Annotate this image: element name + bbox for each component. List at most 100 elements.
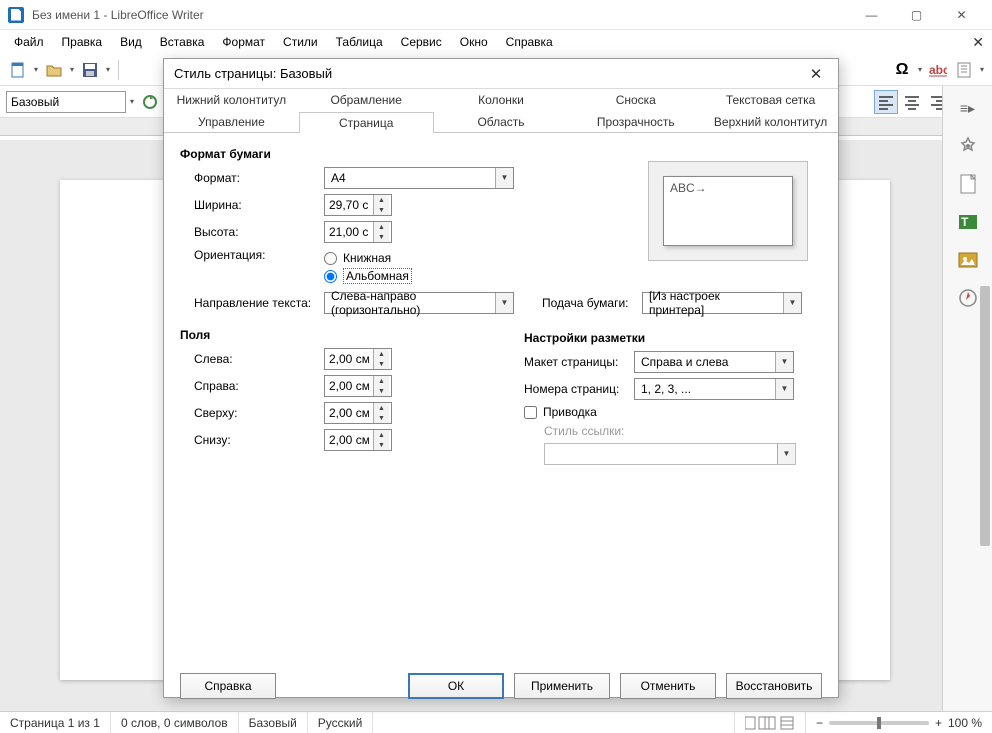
special-char-dropdown[interactable]: ▾ [916, 58, 924, 82]
align-left-button[interactable] [874, 90, 898, 114]
margin-right-spinbox[interactable]: ▲▼ [324, 375, 392, 397]
paragraph-style-combo[interactable] [6, 91, 126, 113]
pagenum-combo[interactable]: 1, 2, 3, ...▼ [634, 378, 794, 400]
properties-icon[interactable] [952, 130, 984, 162]
styles-panel-icon[interactable]: T [952, 206, 984, 238]
menu-table[interactable]: Таблица [328, 32, 391, 52]
chevron-down-icon[interactable]: ▼ [495, 168, 513, 188]
open-button[interactable] [42, 58, 66, 82]
hyperlink-button[interactable]: abc [926, 58, 950, 82]
register-true-checkbox[interactable] [524, 406, 537, 419]
paragraph-style-dropdown[interactable]: ▾ [128, 90, 136, 114]
tab-textgrid[interactable]: Текстовая сетка [703, 89, 838, 111]
window-maximize-button[interactable]: ▢ [894, 1, 939, 29]
tab-footnote[interactable]: Сноска [568, 89, 703, 111]
spin-up-icon[interactable]: ▲ [374, 376, 389, 386]
format-combo[interactable]: A4 ▼ [324, 167, 514, 189]
cancel-button[interactable]: Отменить [620, 673, 716, 699]
zoom-value[interactable]: 100 % [948, 716, 982, 730]
chevron-down-icon[interactable]: ▼ [775, 379, 793, 399]
height-spinbox[interactable]: ▲▼ [324, 221, 392, 243]
layout-settings-column: Настройки разметки Макет страницы: Справ… [524, 325, 814, 470]
papertray-combo[interactable]: [Из настроек принтера] ▼ [642, 292, 802, 314]
menu-format[interactable]: Формат [214, 32, 273, 52]
update-style-button[interactable] [138, 90, 162, 114]
spin-down-icon[interactable]: ▼ [374, 386, 389, 396]
spin-up-icon[interactable]: ▲ [374, 430, 389, 440]
tab-organizer[interactable]: Управление [164, 111, 299, 132]
margin-left-input[interactable] [325, 349, 373, 369]
close-document-button[interactable]: ✕ [972, 34, 984, 51]
save-button[interactable] [78, 58, 102, 82]
margin-left-spinbox[interactable]: ▲▼ [324, 348, 392, 370]
format-page-button[interactable] [952, 58, 976, 82]
sidebar-menu-chevron-icon[interactable]: ≡▸ [952, 92, 984, 124]
spin-up-icon[interactable]: ▲ [374, 349, 389, 359]
menu-help[interactable]: Справка [498, 32, 561, 52]
dialog-close-button[interactable]: ✕ [804, 62, 828, 86]
menu-styles[interactable]: Стили [275, 32, 326, 52]
zoom-in-button[interactable]: + [935, 716, 942, 730]
tab-footer[interactable]: Нижний колонтитул [164, 89, 299, 111]
spin-up-icon[interactable]: ▲ [374, 222, 389, 232]
zoom-out-button[interactable]: − [816, 716, 823, 730]
apply-button[interactable]: Применить [514, 673, 610, 699]
menu-file[interactable]: Файл [6, 32, 52, 52]
margin-top-input[interactable] [325, 403, 373, 423]
page-panel-icon[interactable] [952, 168, 984, 200]
align-center-button[interactable] [900, 90, 924, 114]
spin-down-icon[interactable]: ▼ [374, 440, 389, 450]
width-spinbox[interactable]: ▲▼ [324, 194, 392, 216]
tab-page[interactable]: Страница [299, 112, 434, 133]
spin-down-icon[interactable]: ▼ [374, 205, 389, 215]
menu-tools[interactable]: Сервис [393, 32, 450, 52]
save-dropdown[interactable]: ▾ [104, 58, 112, 82]
margin-bottom-input[interactable] [325, 430, 373, 450]
menu-view[interactable]: Вид [112, 32, 150, 52]
menu-insert[interactable]: Вставка [152, 32, 213, 52]
spin-down-icon[interactable]: ▼ [374, 359, 389, 369]
menu-edit[interactable]: Правка [54, 32, 111, 52]
gallery-panel-icon[interactable] [952, 244, 984, 276]
status-style[interactable]: Базовый [239, 712, 308, 733]
height-input[interactable] [325, 222, 373, 242]
margin-right-input[interactable] [325, 376, 373, 396]
zoom-slider[interactable] [829, 721, 929, 725]
status-words[interactable]: 0 слов, 0 символов [111, 712, 239, 733]
chevron-down-icon[interactable]: ▼ [783, 293, 801, 313]
orientation-landscape-radio[interactable] [324, 270, 337, 283]
menu-window[interactable]: Окно [452, 32, 496, 52]
open-dropdown[interactable]: ▾ [68, 58, 76, 82]
reset-button[interactable]: Восстановить [726, 673, 822, 699]
tab-borders[interactable]: Обрамление [299, 89, 434, 111]
tab-header[interactable]: Верхний колонтитул [703, 111, 838, 132]
spin-up-icon[interactable]: ▲ [374, 403, 389, 413]
ok-button[interactable]: OК [408, 673, 504, 699]
width-input[interactable] [325, 195, 373, 215]
status-lang[interactable]: Русский [308, 712, 374, 733]
spin-down-icon[interactable]: ▼ [374, 232, 389, 242]
special-char-button[interactable]: Ω [890, 58, 914, 82]
orientation-portrait-radio[interactable] [324, 252, 337, 265]
window-close-button[interactable]: ✕ [939, 1, 984, 29]
scrollbar-thumb[interactable] [980, 286, 990, 546]
tab-columns[interactable]: Колонки [434, 89, 569, 111]
chevron-down-icon[interactable]: ▼ [495, 293, 513, 313]
margin-top-spinbox[interactable]: ▲▼ [324, 402, 392, 424]
margin-bottom-spinbox[interactable]: ▲▼ [324, 429, 392, 451]
new-doc-button[interactable] [6, 58, 30, 82]
spin-down-icon[interactable]: ▼ [374, 413, 389, 423]
status-page[interactable]: Страница 1 из 1 [0, 712, 111, 733]
window-minimize-button[interactable]: — [849, 1, 894, 29]
chevron-down-icon[interactable]: ▼ [775, 352, 793, 372]
new-doc-dropdown[interactable]: ▾ [32, 58, 40, 82]
tab-area[interactable]: Область [434, 111, 569, 132]
vertical-scrollbar[interactable] [976, 286, 990, 705]
tab-transparency[interactable]: Прозрачность [568, 111, 703, 132]
pagelayout-combo[interactable]: Справа и слева▼ [634, 351, 794, 373]
textdirection-combo[interactable]: Слева-направо (горизонтально) ▼ [324, 292, 514, 314]
spin-up-icon[interactable]: ▲ [374, 195, 389, 205]
more-dropdown[interactable]: ▾ [978, 58, 986, 82]
status-viewmode-icons[interactable] [735, 712, 806, 733]
help-button[interactable]: Справка [180, 673, 276, 699]
